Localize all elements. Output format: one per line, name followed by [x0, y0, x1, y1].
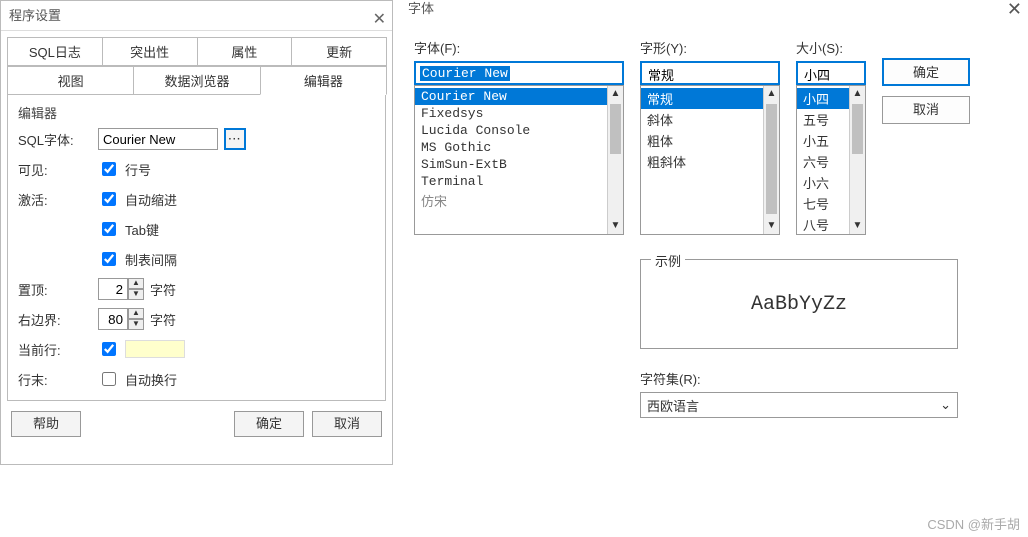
ok-button[interactable]: 确定: [234, 411, 304, 437]
tab-editor[interactable]: 编辑器: [260, 66, 387, 95]
chars-unit: 字符: [150, 310, 176, 329]
tabs-row-2: 视图 数据浏览器 编辑器: [7, 66, 386, 95]
tab-highlight[interactable]: 突出性: [102, 37, 198, 66]
scrollbar[interactable]: ▲ ▼: [607, 86, 623, 234]
font-dialog: 字体 ✕ 字体(F): Courier New Courier New Fixe…: [400, 0, 1028, 480]
settings-titlebar: 程序设置 ✕: [1, 1, 392, 31]
list-item[interactable]: 粗斜体: [641, 151, 763, 172]
settings-button-row: 帮助 确定 取消: [1, 401, 392, 447]
sqlfont-label: SQL字体:: [18, 130, 98, 149]
size-listbox[interactable]: 小四 五号 小五 六号 小六 七号 八号 ▲ ▼: [796, 85, 866, 235]
style-label: 字形(Y):: [640, 38, 780, 57]
visible-label: 可见:: [18, 160, 98, 179]
curline-checkbox[interactable]: [98, 339, 119, 359]
scroll-down-icon[interactable]: ▼: [850, 218, 865, 234]
sqlfont-input[interactable]: [98, 128, 218, 150]
list-item[interactable]: Fixedsys: [415, 105, 607, 122]
linenum-checkbox[interactable]: 行号: [98, 159, 151, 179]
curline-color-swatch[interactable]: [125, 340, 185, 358]
spin-up-icon[interactable]: ▲: [128, 308, 144, 319]
spin-up-icon[interactable]: ▲: [128, 278, 144, 289]
list-item[interactable]: Terminal: [415, 173, 607, 190]
rmargin-spinner[interactable]: ▲▼: [98, 308, 144, 330]
font-listbox[interactable]: Courier New Fixedsys Lucida Console MS G…: [414, 85, 624, 235]
autoindent-checkbox[interactable]: 自动缩进: [98, 189, 177, 209]
close-icon[interactable]: ✕: [373, 5, 386, 35]
scroll-thumb[interactable]: [610, 104, 621, 154]
list-item[interactable]: 常规: [641, 88, 763, 109]
charset-label: 字符集(R):: [640, 369, 958, 388]
chevron-down-icon: ⌄: [940, 397, 951, 413]
rmargin-input[interactable]: [98, 308, 128, 330]
scrollbar[interactable]: ▲ ▼: [763, 86, 779, 234]
font-title: 字体: [408, 1, 434, 16]
group-label: 编辑器: [18, 103, 375, 122]
top-label: 置顶:: [18, 280, 98, 299]
list-item[interactable]: SimSun-ExtB: [415, 156, 607, 173]
sample-label: 示例: [651, 251, 685, 270]
ok-button[interactable]: 确定: [882, 58, 970, 86]
autowrap-checkbox[interactable]: 自动换行: [98, 369, 177, 389]
scroll-thumb[interactable]: [766, 104, 777, 214]
sqlfont-browse-button[interactable]: ···: [224, 128, 246, 150]
tab-sql-log[interactable]: SQL日志: [7, 37, 103, 66]
charset-select[interactable]: 西欧语言 ⌄: [640, 392, 958, 418]
scroll-up-icon[interactable]: ▲: [764, 86, 779, 102]
scroll-down-icon[interactable]: ▼: [764, 218, 779, 234]
scroll-up-icon[interactable]: ▲: [850, 86, 865, 102]
top-spinner[interactable]: ▲▼: [98, 278, 144, 300]
list-item[interactable]: MS Gothic: [415, 139, 607, 156]
font-input[interactable]: Courier New: [414, 61, 624, 85]
chars-unit: 字符: [150, 280, 176, 299]
style-input[interactable]: 常规: [640, 61, 780, 85]
active-label: 激活:: [18, 190, 98, 209]
top-input[interactable]: [98, 278, 128, 300]
list-item[interactable]: Lucida Console: [415, 122, 607, 139]
tabs-row-1: SQL日志 突出性 属性 更新: [7, 37, 386, 66]
list-item[interactable]: 五号: [797, 109, 849, 130]
watermark: CSDN @新手胡: [927, 514, 1020, 533]
editor-panel: 编辑器 SQL字体: ··· 可见: 行号 激活: 自动缩进 Tab键: [7, 95, 386, 401]
tab-attribute[interactable]: 属性: [197, 37, 293, 66]
spin-down-icon[interactable]: ▼: [128, 319, 144, 330]
style-listbox[interactable]: 常规 斜体 粗体 粗斜体 ▲ ▼: [640, 85, 780, 235]
scrollbar[interactable]: ▲ ▼: [849, 86, 865, 234]
help-button[interactable]: 帮助: [11, 411, 81, 437]
size-input[interactable]: 小四: [796, 61, 866, 85]
tab-view[interactable]: 视图: [7, 66, 134, 95]
tab-update[interactable]: 更新: [291, 37, 387, 66]
scroll-down-icon[interactable]: ▼: [608, 218, 623, 234]
list-item[interactable]: 六号: [797, 151, 849, 172]
rmargin-label: 右边界:: [18, 310, 98, 329]
list-item[interactable]: 八号: [797, 214, 849, 235]
spin-down-icon[interactable]: ▼: [128, 289, 144, 300]
tabspace-checkbox[interactable]: 制表间隔: [98, 249, 177, 269]
scroll-thumb[interactable]: [852, 104, 863, 154]
cancel-button[interactable]: 取消: [312, 411, 382, 437]
eol-label: 行末:: [18, 370, 98, 389]
list-item[interactable]: 小六: [797, 172, 849, 193]
sample-text: AaBbYyZz: [641, 260, 957, 350]
curline-label: 当前行:: [18, 340, 98, 359]
close-icon[interactable]: ✕: [1007, 0, 1022, 18]
list-item[interactable]: Courier New: [415, 88, 607, 105]
list-item[interactable]: 小四: [797, 88, 849, 109]
settings-title: 程序设置: [9, 8, 61, 23]
list-item[interactable]: 粗体: [641, 130, 763, 151]
size-label: 大小(S):: [796, 38, 866, 57]
tab-data-browser[interactable]: 数据浏览器: [133, 66, 260, 95]
list-item[interactable]: 七号: [797, 193, 849, 214]
scroll-up-icon[interactable]: ▲: [608, 86, 623, 102]
font-titlebar: 字体 ✕: [400, 0, 1028, 28]
list-item[interactable]: 斜体: [641, 109, 763, 130]
list-item[interactable]: 仿宋: [415, 190, 607, 211]
cancel-button[interactable]: 取消: [882, 96, 970, 124]
font-label: 字体(F):: [414, 38, 624, 57]
list-item[interactable]: 小五: [797, 130, 849, 151]
charset-value: 西欧语言: [647, 396, 699, 415]
tabkey-checkbox[interactable]: Tab键: [98, 219, 159, 239]
sample-box: 示例 AaBbYyZz: [640, 259, 958, 349]
program-settings-dialog: 程序设置 ✕ SQL日志 突出性 属性 更新 视图 数据浏览器 编辑器 编辑器 …: [0, 0, 393, 465]
